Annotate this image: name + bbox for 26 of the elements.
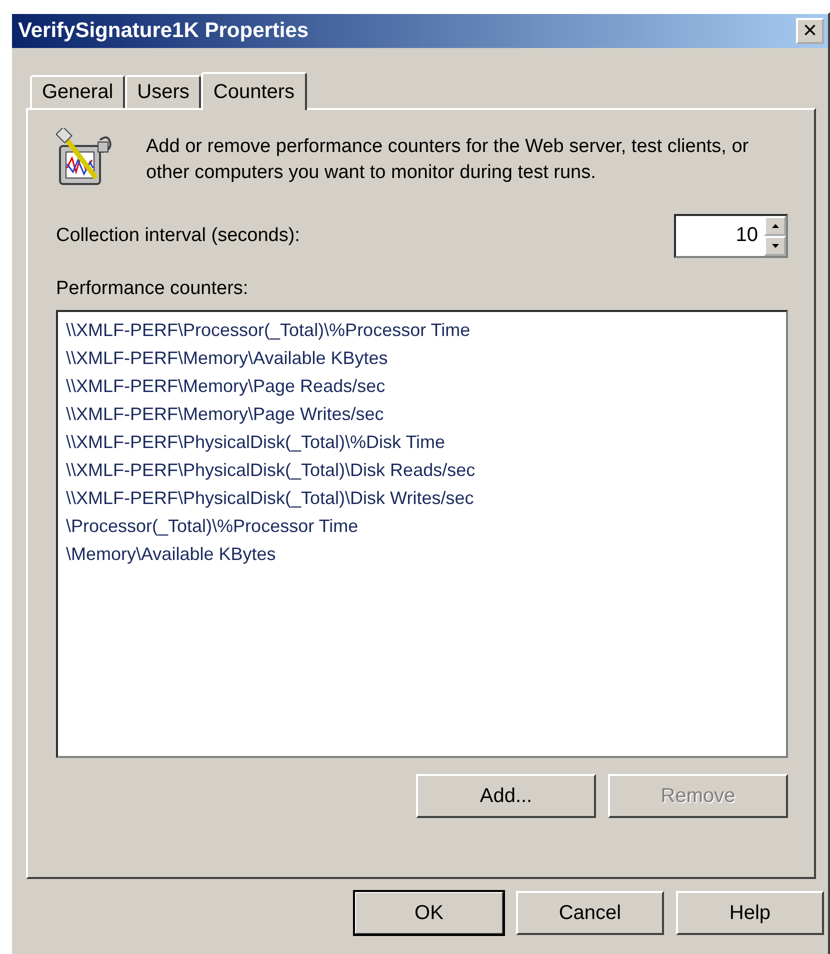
counters-label: Performance counters: bbox=[56, 278, 248, 300]
spin-up-button[interactable] bbox=[764, 216, 786, 236]
counter-item[interactable]: \\XMLF-PERF\Processor(_Total)\%Processor Time bbox=[66, 316, 778, 344]
tab[interactable]: Users bbox=[125, 75, 202, 108]
dialog-button[interactable]: Help bbox=[676, 891, 824, 935]
counter-item[interactable]: \\XMLF-PERF\Memory\Available KBytes bbox=[66, 344, 778, 372]
dialog-button[interactable]: OK bbox=[354, 891, 504, 935]
tab[interactable]: Counters bbox=[201, 72, 307, 110]
counter-item[interactable]: \\XMLF-PERF\PhysicalDisk(_Total)\Disk Writes/sec bbox=[66, 484, 778, 512]
list-button[interactable]: Add... bbox=[416, 774, 596, 818]
close-button[interactable]: × bbox=[796, 18, 824, 44]
up-arrow-icon bbox=[772, 224, 778, 228]
tab[interactable]: General bbox=[30, 75, 126, 108]
window-title: VerifySignature1K Properties bbox=[18, 19, 309, 43]
counter-item[interactable]: \\XMLF-PERF\Memory\Page Writes/sec bbox=[66, 400, 778, 428]
interval-spinner[interactable]: 10 bbox=[674, 214, 788, 258]
description-text: Add or remove performance counters for the Web server, test clients, or other computers you want to monitor during test runs. bbox=[146, 135, 750, 185]
counter-item[interactable]: \Processor(_Total)\%Processor Time bbox=[66, 512, 778, 540]
interval-label: Collection interval (seconds): bbox=[56, 225, 300, 247]
counter-item[interactable]: \\XMLF-PERF\Memory\Page Reads/sec bbox=[66, 372, 778, 400]
down-arrow-icon bbox=[772, 244, 778, 248]
counter-item[interactable]: \\XMLF-PERF\PhysicalDisk(_Total)\%Disk Time bbox=[66, 428, 778, 456]
counter-item[interactable]: \\XMLF-PERF\PhysicalDisk(_Total)\Disk Reads/sec bbox=[66, 456, 778, 484]
dialog-button[interactable]: Cancel bbox=[516, 891, 664, 935]
counter-item[interactable]: \Memory\Available KBytes bbox=[66, 540, 778, 568]
spin-down-button[interactable] bbox=[764, 236, 786, 256]
